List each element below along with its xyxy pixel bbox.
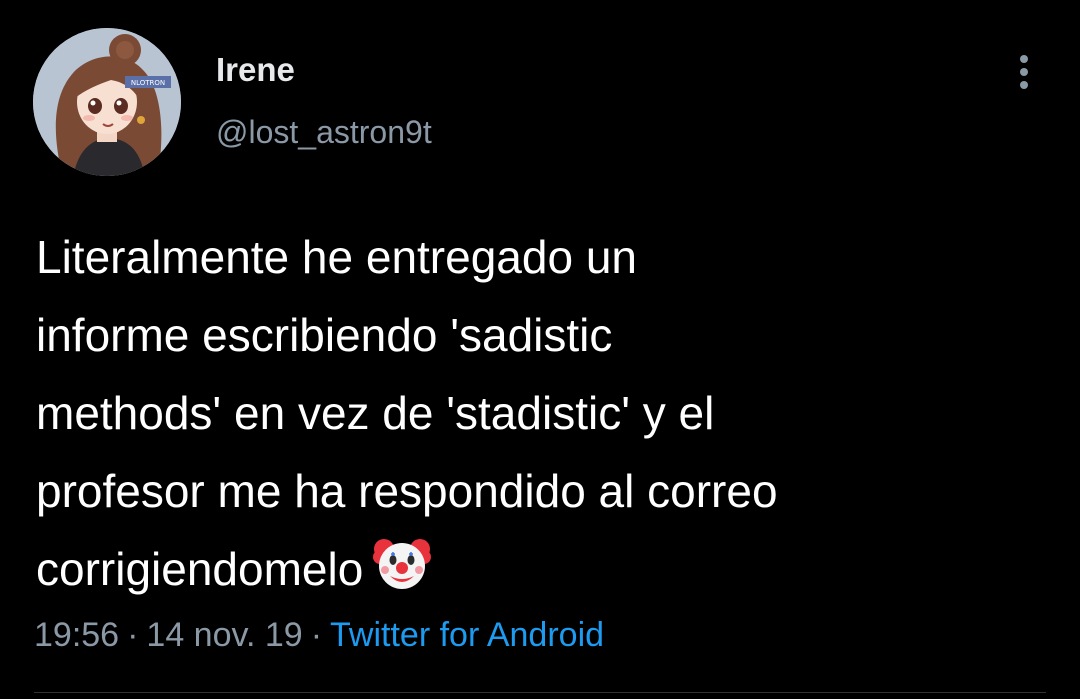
more-options-button[interactable] <box>1004 52 1044 92</box>
clown-face-emoji <box>373 535 432 616</box>
meta-separator: · <box>127 616 139 654</box>
tweet-time[interactable]: 19:56 <box>34 616 119 654</box>
tweet-text: Literalmente he entregado un informe esc… <box>36 218 1046 616</box>
tweet-card: NLOTRON Irene @lost_astron9t Literalment… <box>0 0 1080 699</box>
display-name[interactable]: Irene <box>216 50 432 90</box>
tweet-date[interactable]: 14 nov. 19 <box>146 616 302 654</box>
more-vertical-icon <box>1020 55 1028 89</box>
author-info: Irene @lost_astron9t <box>216 50 432 152</box>
divider <box>34 692 1046 693</box>
avatar-illustration: NLOTRON <box>33 28 181 176</box>
user-handle[interactable]: @lost_astron9t <box>216 112 432 152</box>
avatar[interactable]: NLOTRON <box>33 28 181 176</box>
meta-separator: · <box>310 616 323 654</box>
tweet-source-link[interactable]: Twitter for Android <box>330 616 604 654</box>
tweet-meta: 19:56 · 14 nov. 19 · Twitter for Android <box>34 614 604 656</box>
avatar-badge: NLOTRON <box>131 79 165 87</box>
